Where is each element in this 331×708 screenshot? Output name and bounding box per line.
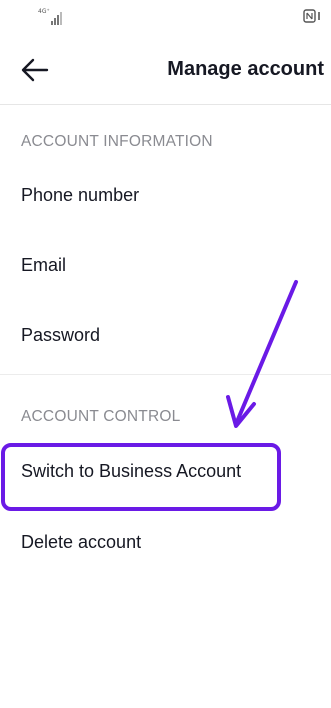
nfc-icon (303, 9, 320, 23)
network-type: 4G⁺ (38, 8, 50, 15)
section-label-account-information: ACCOUNT INFORMATION (21, 133, 213, 150)
section-label-account-control: ACCOUNT CONTROL (21, 408, 181, 425)
annotation-arrow-icon (226, 280, 298, 428)
network-indicator: 4G⁺ (38, 9, 50, 15)
signal-bars-icon (51, 12, 62, 25)
back-arrow-icon[interactable] (20, 56, 50, 84)
menu-item-delete-account[interactable]: Delete account (21, 532, 141, 553)
menu-item-password[interactable]: Password (21, 325, 100, 346)
highlight-box (1, 443, 281, 511)
menu-item-phone-number[interactable]: Phone number (21, 185, 139, 206)
header: Manage account (0, 36, 331, 105)
status-bar: 4G⁺ (0, 0, 331, 36)
page-title: Manage account (167, 58, 324, 80)
menu-item-email[interactable]: Email (21, 255, 66, 276)
